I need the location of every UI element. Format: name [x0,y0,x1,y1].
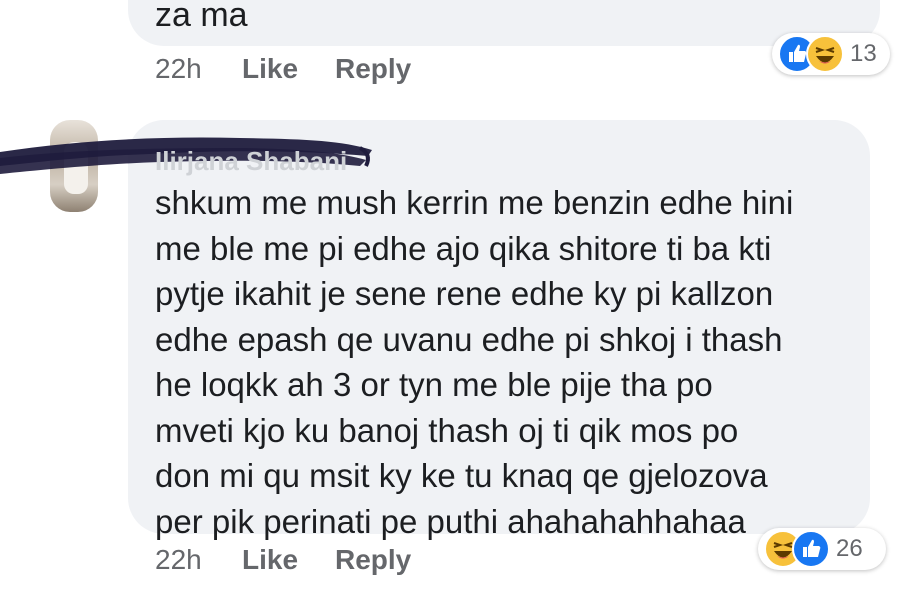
comment-text: shkum me mush kerrin me benzin edhe hini… [155,184,794,540]
comment-actions: 22h Like Reply [155,543,555,577]
haha-icon [806,35,844,73]
previous-comment-text: za ma [155,0,248,34]
like-button[interactable]: Like [242,543,298,577]
comment-author-name[interactable]: Ilirjana Shabani [155,146,347,177]
previous-comment-actions: 22h Like Reply [155,52,555,86]
reply-button[interactable]: Reply [335,543,411,577]
like-button[interactable]: Like [242,52,298,86]
reply-button[interactable]: Reply [335,52,411,86]
comment-timestamp[interactable]: 22h [155,52,202,86]
reaction-count: 13 [850,40,877,67]
comment-timestamp[interactable]: 22h [155,543,202,577]
reaction-summary[interactable]: 13 [772,33,890,75]
